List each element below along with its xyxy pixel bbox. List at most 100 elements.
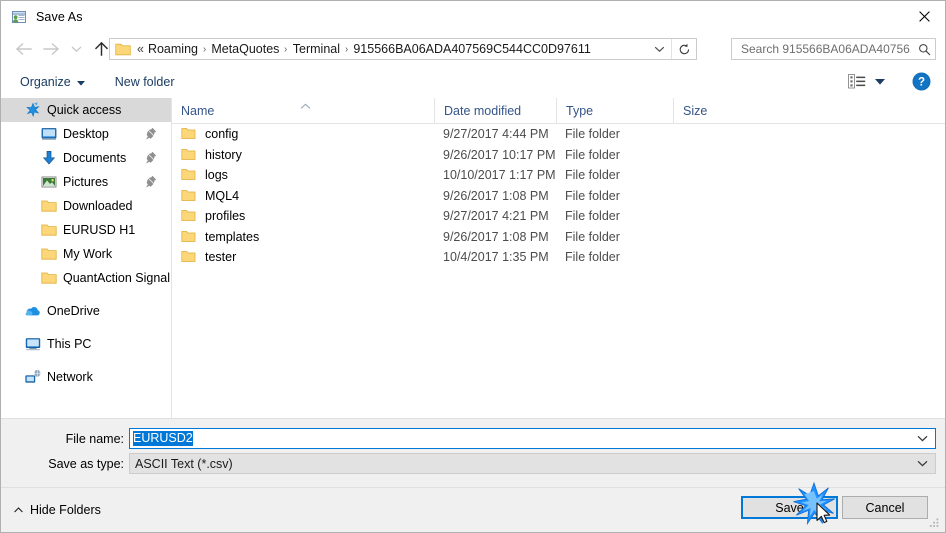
date-modified-cell: 10/4/2017 1:35 PM <box>443 250 549 265</box>
file-name-combobox[interactable]: EURUSD2 <box>129 428 936 449</box>
column-header-label: Type <box>566 103 594 118</box>
folder-icon <box>41 270 57 286</box>
sidebar-item-onedrive[interactable]: OneDrive <box>1 299 171 323</box>
column-header-date-modified[interactable]: Date modified <box>434 98 556 123</box>
chevron-down-icon[interactable] <box>909 429 935 448</box>
table-row[interactable]: templates 9/26/2017 1:08 PM File folder <box>172 227 945 248</box>
search-box[interactable] <box>731 38 936 60</box>
file-name-cell: tester <box>205 250 237 265</box>
file-name-value[interactable]: EURUSD2 <box>133 431 193 446</box>
sidebar-item-label: EURUSD H1 <box>63 223 136 237</box>
view-chevron-down-icon[interactable] <box>870 71 890 93</box>
sidebar-item-this-pc[interactable]: This PC <box>1 332 171 356</box>
navigation-sidebar[interactable]: Quick access Desktop Documents Pictures Down… <box>1 98 172 418</box>
new-folder-label: New folder <box>114 74 175 89</box>
chevron-down-icon[interactable] <box>647 39 671 59</box>
save-as-type-combobox[interactable]: ASCII Text (*.csv) <box>129 453 936 474</box>
folder-icon <box>181 230 196 243</box>
breadcrumb-item-0[interactable]: Roaming <box>145 41 201 57</box>
file-rows: config 9/27/2017 4:44 PM File folder histor… <box>172 124 945 268</box>
file-name-cell: profiles <box>205 209 246 224</box>
column-header-label: Name <box>181 103 215 118</box>
date-modified-cell: 9/27/2017 4:21 PM <box>443 209 549 224</box>
pin-icon[interactable] <box>145 151 157 164</box>
command-bar: Organize New folder ? <box>1 65 945 99</box>
table-row[interactable]: profiles 9/27/2017 4:21 PM File folder <box>172 206 945 227</box>
sidebar-item-label: Quick access <box>47 103 122 117</box>
forward-arrow-icon[interactable] <box>37 34 65 64</box>
hide-folders-button[interactable]: Hide Folders <box>14 503 101 517</box>
cancel-button[interactable]: Cancel <box>842 496 928 519</box>
svg-text:?: ? <box>918 77 925 89</box>
onedrive-cloud-icon <box>25 303 41 319</box>
view-layout-icon[interactable] <box>844 71 870 93</box>
view-options-group[interactable] <box>844 70 890 93</box>
sidebar-item-label: Downloaded <box>63 199 133 213</box>
back-arrow-icon[interactable] <box>9 34 37 64</box>
table-row[interactable]: history 9/26/2017 10:17 PM File folder <box>172 145 945 166</box>
file-list-pane[interactable]: Name Date modified Type Size config 9/27/201… <box>172 98 945 418</box>
sidebar-item-label: This PC <box>47 337 92 351</box>
breadcrumb-separator-2[interactable]: › <box>343 44 350 55</box>
search-input[interactable] <box>739 41 913 57</box>
type-cell: File folder <box>565 209 620 224</box>
breadcrumb-item-2[interactable]: Terminal <box>290 41 343 57</box>
table-row[interactable]: config 9/27/2017 4:44 PM File folder <box>172 124 945 145</box>
file-name-cell: templates <box>205 229 260 244</box>
sidebar-item-pictures[interactable]: Pictures <box>1 170 171 194</box>
folder-icon <box>181 189 196 202</box>
table-row[interactable]: tester 10/4/2017 1:35 PM File folder <box>172 247 945 268</box>
refresh-icon[interactable] <box>671 39 696 59</box>
sidebar-item-label: Pictures <box>63 175 109 189</box>
table-row[interactable]: MQL4 9/26/2017 1:08 PM File folder <box>172 186 945 207</box>
sidebar-item-network[interactable]: Network <box>1 365 171 389</box>
column-header-size[interactable]: Size <box>673 98 753 123</box>
date-modified-cell: 9/26/2017 1:08 PM <box>443 229 549 244</box>
table-row[interactable]: logs 10/10/2017 1:17 PM File folder <box>172 165 945 186</box>
type-cell: File folder <box>565 250 620 265</box>
sidebar-item-label: Network <box>47 370 93 384</box>
organize-button[interactable]: Organize <box>12 70 93 94</box>
resize-grip-icon[interactable] <box>929 517 940 528</box>
pin-icon[interactable] <box>145 175 157 188</box>
breadcrumb-separator-0[interactable]: › <box>201 44 208 55</box>
chevron-down-icon[interactable] <box>909 454 935 473</box>
file-name-cell: logs <box>205 168 228 183</box>
breadcrumb-item-3[interactable]: 915566BA06ADA407569C544CC0D97611 <box>350 41 593 57</box>
sidebar-item-desktop[interactable]: Desktop <box>1 122 171 146</box>
sidebar-item-quick-access[interactable]: Quick access <box>1 98 171 122</box>
organize-label: Organize <box>20 74 71 89</box>
sidebar-item-documents[interactable]: Documents <box>1 146 171 170</box>
window-title: Save As <box>36 9 83 24</box>
type-cell: File folder <box>565 188 620 203</box>
save-as-type-label: Save as type: <box>48 457 124 471</box>
help-icon[interactable]: ? <box>912 72 931 91</box>
save-as-icon <box>11 9 27 25</box>
sidebar-item-my-work[interactable]: My Work <box>1 242 171 266</box>
column-header-type[interactable]: Type <box>556 98 673 123</box>
sidebar-item-label: Desktop <box>63 127 109 141</box>
breadcrumb-item-1[interactable]: MetaQuotes <box>208 41 282 57</box>
sidebar-item-quantaction-signal[interactable]: QuantAction Signal <box>1 266 171 290</box>
chevron-up-icon <box>14 504 23 516</box>
sidebar-item-label: OneDrive <box>47 304 100 318</box>
sidebar-item-downloaded[interactable]: Downloaded <box>1 194 171 218</box>
folder-icon <box>181 209 196 222</box>
folder-icon <box>181 250 196 263</box>
sidebar-item-label: QuantAction Signal <box>63 271 171 285</box>
pin-icon[interactable] <box>145 127 157 140</box>
address-bar[interactable]: « Roaming › MetaQuotes › Terminal › 9155… <box>109 38 697 60</box>
save-button[interactable]: Save <box>741 496 838 519</box>
recent-locations-chevron-icon[interactable] <box>65 34 87 64</box>
sort-ascending-icon <box>300 99 311 113</box>
close-button[interactable] <box>901 1 945 31</box>
folder-icon <box>41 246 57 262</box>
quick-access-star-icon <box>25 102 41 118</box>
new-folder-button[interactable]: New folder <box>107 70 183 94</box>
sidebar-item-eurusd-h1[interactable]: EURUSD H1 <box>1 218 171 242</box>
folder-icon <box>181 148 196 161</box>
folder-icon <box>41 222 57 238</box>
breadcrumb-separator-1[interactable]: › <box>283 44 290 55</box>
breadcrumb-overflow[interactable]: « <box>134 41 145 57</box>
